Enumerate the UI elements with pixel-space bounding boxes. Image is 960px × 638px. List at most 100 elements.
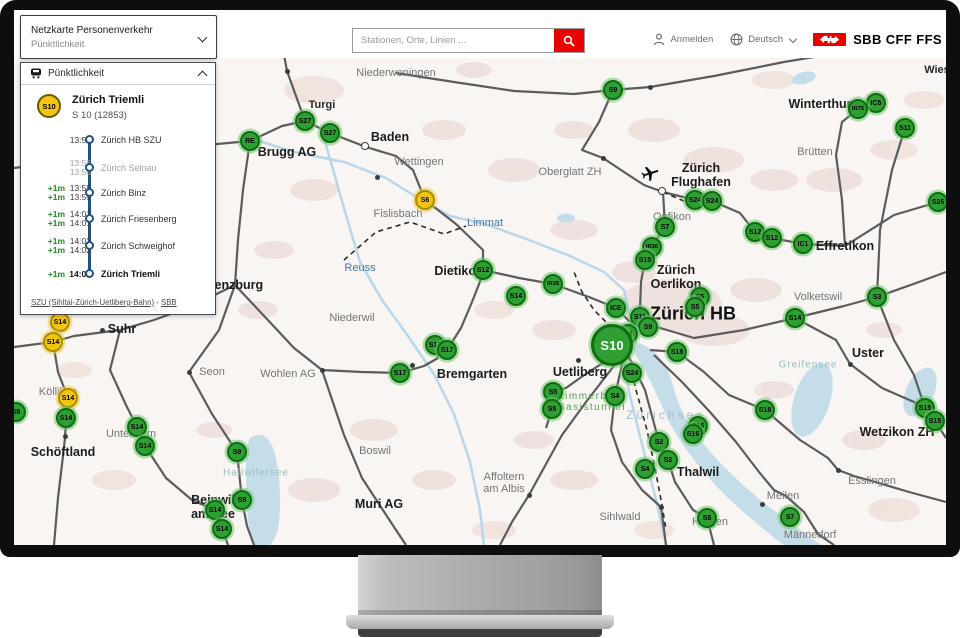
map-line-badge-s27[interactable]: S27 — [295, 111, 315, 131]
map-line-badge-s7[interactable]: S7 — [780, 507, 800, 527]
station-dot — [576, 358, 581, 363]
map-label: Volketswil — [794, 291, 842, 303]
map-line-badge-s6[interactable]: S6 — [415, 190, 435, 210]
map-line-badge-s14[interactable]: S14 — [785, 308, 805, 328]
map-line-badge-ir35[interactable]: IR35 — [543, 274, 563, 294]
map-line-badge-re[interactable]: RE — [240, 131, 260, 151]
map-line-badge-s24[interactable]: S24 — [702, 191, 722, 211]
map-label: Thalwil — [677, 465, 719, 479]
map-line-badge-s8[interactable]: S8 — [697, 508, 717, 528]
map-label: Niederweningen — [356, 67, 436, 79]
login-label: Anmelden — [670, 34, 713, 45]
map-line-badge-s14[interactable]: S14 — [135, 436, 155, 456]
stop-name[interactable]: Zürich Triemli — [101, 269, 160, 279]
sbb-link[interactable]: SBB — [161, 298, 177, 307]
station-dot — [285, 69, 290, 74]
stop-name[interactable]: Zürich Schweighof — [101, 241, 175, 251]
map-line-badge-s9[interactable]: S9 — [227, 442, 247, 462]
map-label: Reuss — [344, 262, 375, 274]
stop-delay: +1m — [33, 270, 65, 279]
layer-select-subtitle: Pünktlichkeit — [31, 39, 153, 50]
map-line-badge-s12[interactable]: S12 — [473, 260, 493, 280]
map-label: Seon — [199, 366, 225, 378]
language-label: Deutsch — [748, 34, 783, 45]
map-label: Meilen — [767, 490, 799, 502]
stop-node — [85, 214, 94, 223]
map-line-badge-s9[interactable]: S9 — [232, 490, 252, 510]
map-label: Bremgarten — [437, 367, 507, 381]
map-line-badge-ice[interactable]: ICE — [606, 298, 626, 318]
map-line-badge-s14[interactable]: S14 — [43, 332, 63, 352]
stop-name[interactable]: Zürich Friesenberg — [101, 214, 177, 224]
map-line-badge-s4[interactable]: S4 — [605, 386, 625, 406]
monitor-stand-base — [346, 615, 614, 629]
map-label: Suhr — [108, 322, 136, 336]
map-line-badge-s17[interactable]: S17 — [390, 363, 410, 383]
map-line-badge-s9[interactable]: S9 — [603, 80, 623, 100]
map-line-badge-ir75[interactable]: IR75 — [848, 99, 868, 119]
map-line-badge-ic5[interactable]: IC5 — [866, 93, 886, 113]
station-dot — [100, 328, 105, 333]
map-line-badge-s14[interactable]: S14 — [50, 312, 70, 332]
map-line-badge-s5[interactable]: S5 — [542, 399, 562, 419]
map-line-badge-s14[interactable]: S14 — [212, 519, 232, 539]
map-line-badge-s4[interactable]: S4 — [635, 459, 655, 479]
map-line-badge-s18[interactable]: S18 — [755, 400, 775, 420]
map-line-badge-s16[interactable]: S16 — [683, 424, 703, 444]
map-line-badge-s18[interactable]: S18 — [667, 342, 687, 362]
search-input[interactable] — [353, 29, 554, 52]
chevron-down-icon — [198, 32, 208, 42]
person-icon — [653, 33, 665, 46]
stop-name[interactable]: Zürich HB SZU — [101, 135, 162, 145]
stop-delay: +1m +1m — [33, 184, 65, 202]
monitor-frame: NiederweningenTurgiBadenBrugg AGWettinge… — [0, 0, 960, 557]
chevron-down-icon — [789, 34, 797, 42]
map-label: Brütten — [797, 146, 832, 158]
map-line-badge-s26[interactable]: S26 — [928, 192, 946, 212]
login-button[interactable]: Anmelden — [653, 33, 713, 46]
map-line-badge-s15[interactable]: S15 — [925, 411, 945, 431]
airport-plane-icon — [642, 165, 659, 187]
map-line-badge-s7[interactable]: S7 — [655, 217, 675, 237]
map-line-badge-s12[interactable]: S12 — [762, 228, 782, 248]
sbb-logo-text: SBB CFF FFS — [853, 32, 942, 47]
layer-select-dropdown[interactable]: Netzkarte Personenverkehr Pünktlichkeit — [20, 15, 217, 59]
map-line-badge-s27[interactable]: S27 — [320, 123, 340, 143]
map-line-badge-s5[interactable]: S5 — [685, 297, 705, 317]
szu-link[interactable]: SZU (Sihltal-Zürich-Uetliberg-Bahn) — [31, 298, 154, 307]
map-label: Muri AG — [355, 497, 403, 511]
stop-name[interactable]: Zürich Binz — [101, 188, 146, 198]
stop-name[interactable]: Zürich Selnau — [101, 163, 157, 173]
map-line-badge-s10[interactable]: S10 — [591, 324, 633, 366]
map-label: Boswil — [359, 445, 391, 457]
map-line-badge-s14[interactable]: S14 — [56, 408, 76, 428]
sbb-flag-icon — [813, 33, 846, 46]
map-line-badge-s3[interactable]: S3 — [867, 287, 887, 307]
map-label: Uster — [852, 346, 884, 360]
map-line-badge-s9[interactable]: S9 — [638, 317, 658, 337]
search-bar — [352, 28, 585, 53]
map-line-badge-s2[interactable]: S2 — [658, 450, 678, 470]
map-line-badge-s24[interactable]: S24 — [622, 363, 642, 383]
map-line-badge-s14[interactable]: S14 — [127, 417, 147, 437]
search-button[interactable] — [554, 29, 584, 52]
station-dot — [601, 156, 606, 161]
station-dot — [63, 434, 68, 439]
map-label: Wettingen — [394, 156, 443, 168]
language-selector[interactable]: Deutsch — [730, 33, 796, 46]
monitor-stand-neck — [358, 555, 602, 617]
screen: NiederweningenTurgiBadenBrugg AGWettinge… — [14, 10, 946, 545]
map-label: Fislisbach — [374, 208, 423, 220]
map-line-badge-s2[interactable]: S2 — [649, 432, 669, 452]
map-line-badge-ic1[interactable]: IC1 — [793, 234, 813, 254]
map-line-badge-s14[interactable]: S14 — [205, 500, 225, 520]
map-line-badge-s17[interactable]: S17 — [437, 340, 457, 360]
stop-node — [85, 135, 94, 144]
map-line-badge-s14[interactable]: S14 — [506, 286, 526, 306]
globe-icon — [730, 33, 743, 46]
map-line-badge-s11[interactable]: S11 — [895, 118, 915, 138]
stops-timeline: 13:55Zürich HB SZU13:56 13:56Zürich Seln… — [21, 63, 215, 314]
header-right: Anmelden Deutsch SBB CFF FFS — [653, 32, 942, 47]
map-line-badge-s15[interactable]: S15 — [635, 250, 655, 270]
map-line-badge-s14[interactable]: S14 — [58, 388, 78, 408]
